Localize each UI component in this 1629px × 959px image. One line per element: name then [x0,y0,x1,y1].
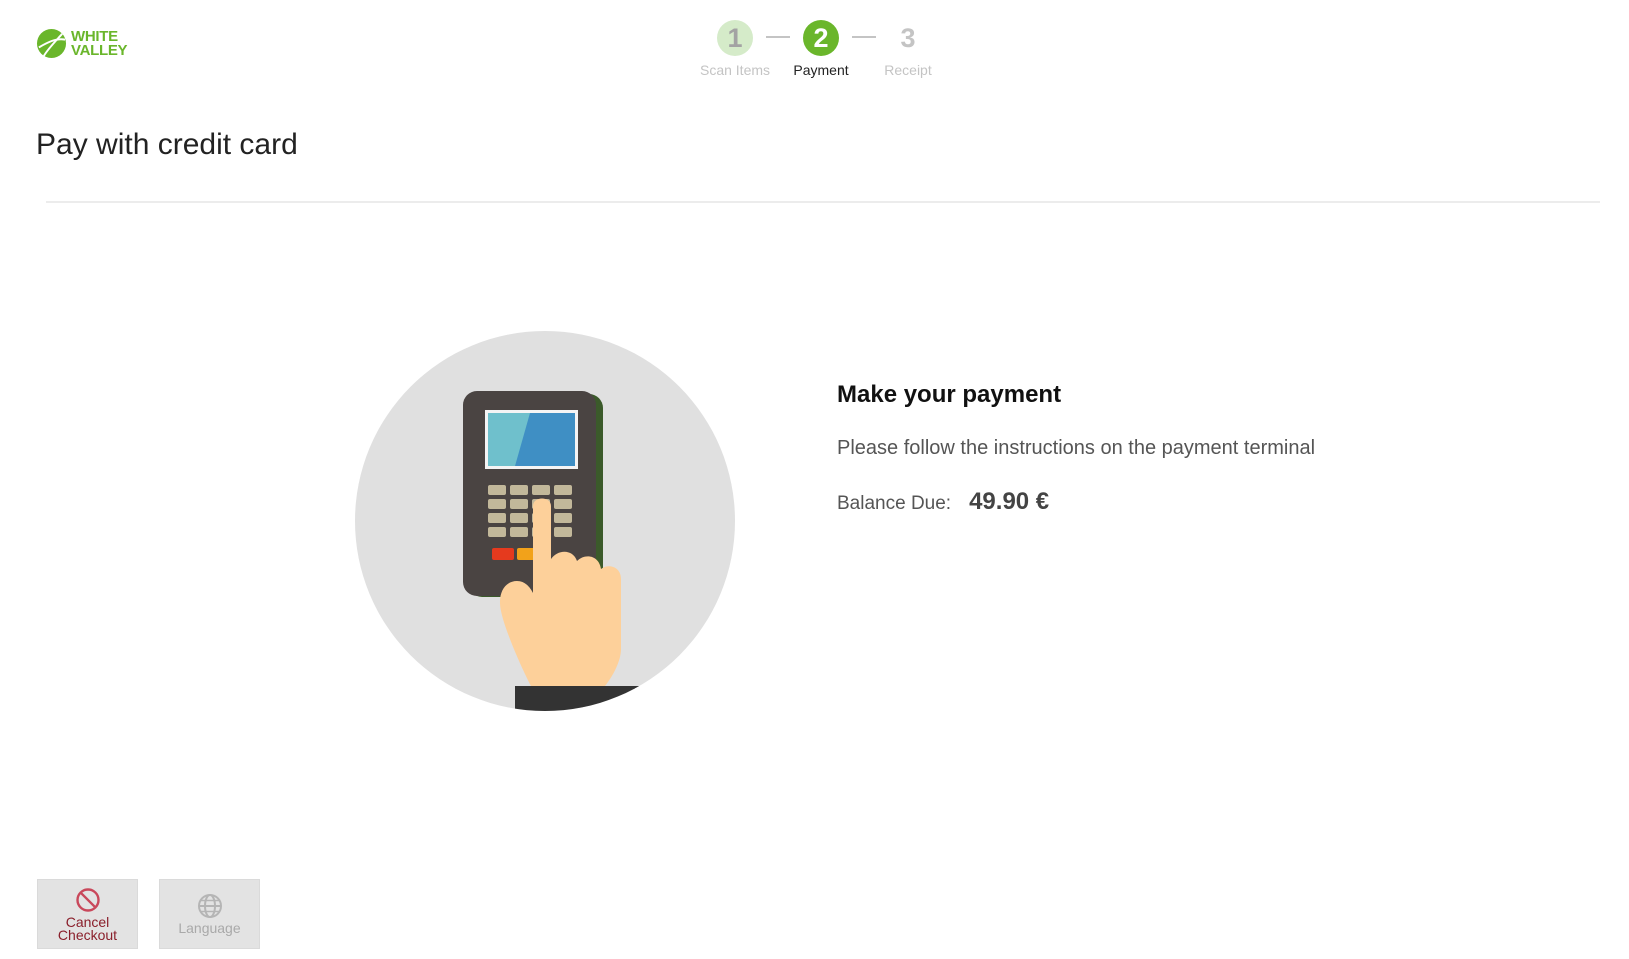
payment-info: Make your payment Please follow the inst… [837,381,1315,516]
step-scan-items: 1 Scan Items [690,20,780,78]
step-number: 2 [803,20,839,56]
payment-heading: Make your payment [837,381,1062,408]
step-label: Scan Items [699,62,771,78]
step-receipt: 3 Receipt [863,20,953,79]
language-button[interactable]: Language [159,879,260,949]
globe-icon [197,894,222,918]
step-label: Receipt [884,62,932,78]
brand-name-line2: VALLEY [71,41,128,59]
language-label: Language [178,920,241,936]
cancel-icon [75,887,100,912]
balance-due: Balance Due: 49.90 € [837,488,1315,516]
step-number: 3 [900,22,916,53]
checkout-stepper: 1 Scan Items 2 Payment 3 Receipt [690,20,932,84]
page-title: Pay with credit card [36,128,298,161]
card-terminal-hand-icon [355,331,735,711]
cancel-label-line2: Checkout [57,926,118,943]
leaf-ball-logo-icon [36,28,67,59]
header-divider [46,201,1600,203]
brand-name: WHITE VALLEY [71,29,128,59]
payment-terminal-illustration [355,331,735,711]
step-label: Payment [793,62,849,78]
cancel-checkout-button[interactable]: Cancel Checkout [37,879,138,949]
brand-logo: WHITE VALLEY [36,28,128,59]
balance-value: 49.90 € [969,488,1050,515]
cancel-checkout-label: Cancel Checkout [57,915,118,943]
step-number: 1 [717,20,753,56]
balance-label: Balance Due: [837,493,952,514]
payment-instructions: Please follow the instructions on the pa… [837,437,1316,459]
step-payment: 2 Payment [776,20,866,78]
